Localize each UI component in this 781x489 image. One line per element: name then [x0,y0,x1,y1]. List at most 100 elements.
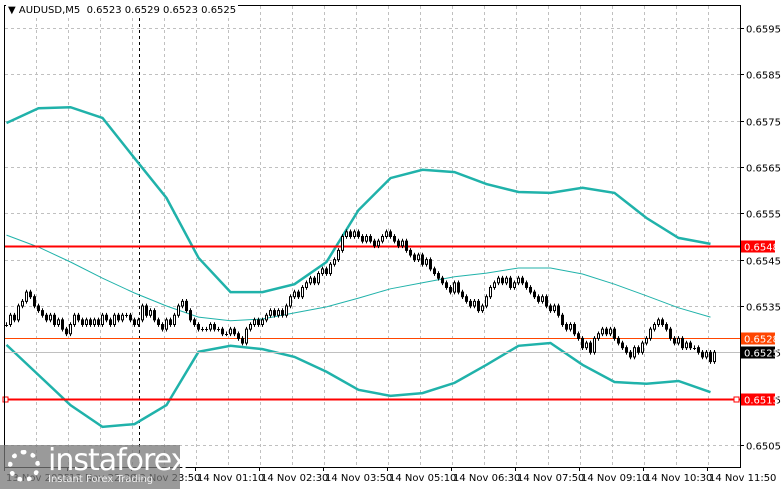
candles [5,229,716,364]
time-tick-label: 14 Nov 09:10 [581,473,648,484]
candle-bear [461,291,464,298]
candle-bull [69,324,72,335]
candle-bear [681,337,684,349]
bollinger-lower-line [5,341,711,429]
candle-bull [401,240,404,247]
candle-bear [349,231,352,237]
candle-bear [397,240,400,247]
candle-bull [49,314,52,321]
candle-bear [429,259,432,270]
candle-bull [685,342,688,349]
candle-bear [665,324,668,330]
candle-bear [373,240,376,247]
candle-bear [525,282,528,288]
candle-bull [585,342,588,349]
candle-bull [505,277,508,284]
candle-bull [73,314,76,326]
candle-bull [277,310,280,316]
candle-bear [213,324,216,330]
candle-bull [657,319,660,326]
candle-bear [153,310,156,321]
candle-bull [149,310,152,316]
candle-bull [489,286,492,298]
candle-bear [437,273,440,279]
candle-bear [445,282,448,288]
candle-bear [325,268,328,275]
time-tick-label: 14 Nov 11:50 [709,473,776,484]
candle-bull [513,282,516,288]
candle-bear [469,300,472,307]
grid [5,6,740,467]
candle-bear [357,231,360,237]
candle-bear [521,277,524,284]
candle-bull [309,277,312,284]
price-tick-label: 0.6555 [746,210,781,221]
price-tick-label: 0.6545 [746,257,781,268]
candle-bear [621,342,624,349]
candle-bull [137,319,140,326]
bollinger-middle-line [6,234,711,322]
candle-bull [381,235,384,242]
candle-bull [609,328,612,335]
candle-bull [269,310,272,316]
candle-bear [409,249,412,256]
candle-bull [453,282,456,293]
candle-bear [669,328,672,339]
candle-bear [145,305,148,316]
chart-title: ▼ AUDUSD,M5 0.6523 0.6529 0.6523 0.6525 [6,5,239,16]
candle-bull [473,300,476,307]
candle-bear [29,291,32,298]
candle-bull [705,351,708,358]
candle-bull [333,259,336,265]
candle-bear [661,319,664,326]
candle-bear [297,291,300,298]
candle-bear [617,337,620,344]
candle-bull [481,305,484,312]
candle-bull [677,337,680,344]
candle-bull [517,277,520,284]
candle-bear [673,337,676,344]
candle-bear [37,305,40,312]
candle-bull [253,319,256,326]
candle-bear [573,324,576,335]
candle-bear [61,319,64,330]
watermark-logo: instaforex Instant Forex Trading [0,443,188,489]
candle-bear [41,310,44,316]
candle-bear [197,324,200,330]
level-anchor-marker [733,396,740,403]
candle-bull [493,282,496,288]
price-tick-label: 0.6585 [746,71,781,82]
candle-bull [177,305,180,316]
candle-bear [393,235,396,242]
candle-bear [237,333,240,339]
candle-bear [221,328,224,335]
candle-bear [561,314,564,326]
price-axis: 0.6595 0.6585 0.6575 0.6565 0.6555 0.6545 0.65… [740,25,781,453]
candle-bull [345,231,348,237]
candle-bull [301,286,304,298]
price-tick-label: 0.6575 [746,118,781,129]
candle-bull [141,305,144,321]
candle-bull [261,319,264,326]
price-tag-0.6528: 0.6528 [744,335,779,346]
triangle-down-icon[interactable]: ▼ [8,5,19,16]
candle-bull [85,319,88,326]
candle-bull [121,314,124,321]
candle-bear [589,342,592,353]
candle-bear [477,300,480,312]
candle-bear [129,314,132,321]
brand-slogan: Instant Forex Trading [48,474,154,485]
candle-bull [329,263,332,275]
candle-bear [273,310,276,316]
candle-bull [385,231,388,237]
candle-bull [249,324,252,330]
candle-bull [165,319,168,330]
candle-bear [185,300,188,312]
candle-bear [161,324,164,330]
candle-bull [649,328,652,339]
candle-bear [133,319,136,326]
candle-bull [593,337,596,353]
price-chart[interactable]: 0.6595 0.6585 0.6575 0.6565 0.6555 0.6545 0.65… [0,0,781,489]
candle-bull [377,240,380,247]
price-tag-0.6515: 0.6515 [744,396,779,407]
